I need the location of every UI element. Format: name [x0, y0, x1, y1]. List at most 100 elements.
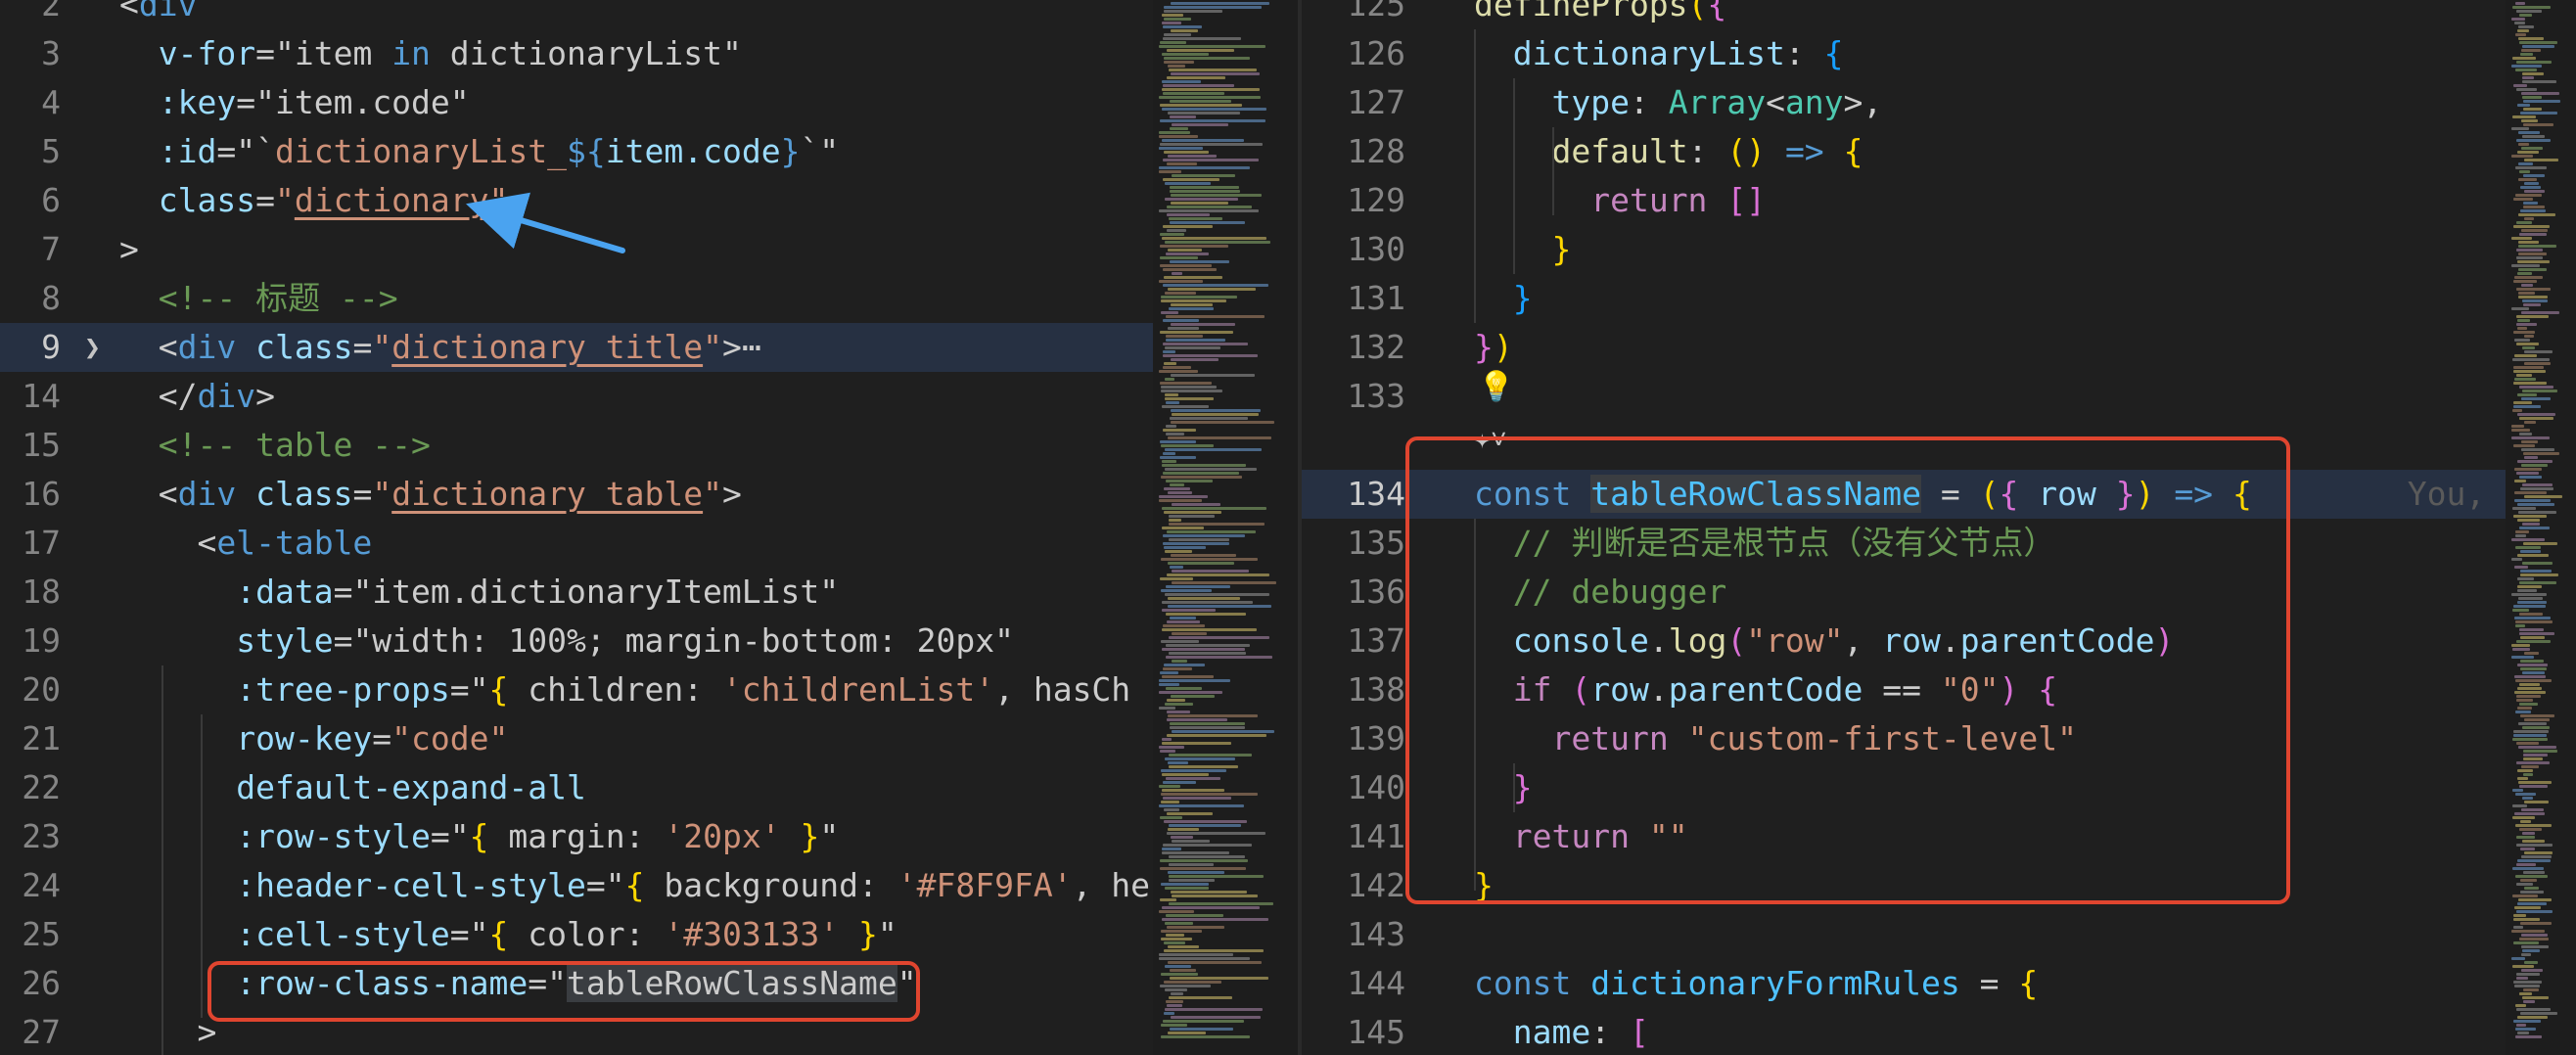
minimap-line — [2515, 824, 2552, 827]
code-text[interactable]: > — [119, 225, 139, 274]
minimap-line — [2524, 350, 2553, 353]
code-line[interactable]: 128 default: () => { — [1302, 127, 2506, 176]
code-text[interactable]: style="width: 100%; margin-bottom: 20px" — [119, 617, 1014, 665]
code-line[interactable]: 130 } — [1302, 225, 2506, 274]
code-text[interactable]: :data="item.dictionaryItemList" — [119, 568, 839, 617]
code-text[interactable]: } — [1474, 225, 1571, 274]
code-line[interactable]: 18 :data="item.dictionaryItemList" — [0, 568, 1153, 617]
code-line[interactable]: 127 type: Array<any>, — [1302, 78, 2506, 127]
code-line[interactable]: 129 return [] — [1302, 176, 2506, 225]
minimap-line — [2519, 581, 2556, 584]
code-line[interactable]: 23 :row-style="{ margin: '20px' }" — [0, 812, 1153, 861]
code-text[interactable]: :key="item.code" — [119, 78, 470, 127]
minimap-line — [2513, 370, 2546, 373]
code-line[interactable]: 21 row-key="code" — [0, 714, 1153, 763]
minimap-line — [2520, 53, 2533, 56]
code-text[interactable]: v-for="item in dictionaryList" — [119, 29, 742, 78]
code-token: { — [1823, 34, 1844, 72]
minimap-line — [2519, 14, 2532, 17]
code-text[interactable]: type: Array<any>, — [1474, 78, 1882, 127]
minimap-line — [1171, 303, 1213, 306]
code-line[interactable]: 132}) — [1302, 323, 2506, 372]
code-text[interactable]: </div> — [119, 372, 275, 421]
code-line[interactable]: 4 :key="item.code" — [0, 78, 1153, 127]
code-text[interactable]: :cell-style="{ color: '#303133' }" — [119, 910, 897, 959]
code-line[interactable]: 9 ❯ <div class="dictionary_title">⋯ — [0, 323, 1153, 372]
minimap-line — [1168, 436, 1271, 439]
code-text[interactable]: <div — [119, 0, 197, 29]
code-line[interactable]: 15 <!-- table --> — [0, 421, 1153, 470]
code-line[interactable]: 17 <el-table — [0, 519, 1153, 568]
code-text[interactable]: default-expand-all — [119, 763, 586, 812]
line-number: 20 — [22, 670, 61, 709]
code-text[interactable]: <div class="dictionary_title">⋯ — [119, 323, 761, 372]
minimap-line — [2522, 80, 2556, 83]
code-text[interactable]: }) — [1474, 323, 1513, 372]
minimap-line — [1172, 174, 1235, 177]
code-token: div — [197, 377, 256, 415]
code-text[interactable]: dictionaryList: { — [1474, 29, 1844, 78]
code-line[interactable]: 126 dictionaryList: { — [1302, 29, 2506, 78]
code-text[interactable]: <div class="dictionary_table"> — [119, 470, 742, 519]
code-text[interactable]: default: () => { — [1474, 127, 1863, 176]
code-text[interactable]: defineProps({ — [1474, 0, 1726, 29]
code-text[interactable]: class="dictionary" — [119, 176, 509, 225]
minimap-line — [2518, 241, 2539, 244]
minimap-line — [2521, 440, 2538, 443]
code-line[interactable]: 144 const dictionaryFormRules = { — [1302, 959, 2506, 1008]
minimap-line — [2521, 464, 2548, 467]
minimap-line — [1167, 699, 1185, 702]
code-text[interactable]: } — [1474, 274, 1533, 323]
minimap-line — [2523, 174, 2545, 177]
code-line[interactable]: 6 class="dictionary" — [0, 176, 1153, 225]
code-text[interactable]: :row-style="{ margin: '20px' }" — [119, 812, 839, 861]
line-number: 128 — [1347, 132, 1405, 170]
minimap-line — [2519, 703, 2538, 706]
code-line[interactable]: 25 :cell-style="{ color: '#303133' }" — [0, 910, 1153, 959]
code-text[interactable]: :header-cell-style="{ background: '#F8F9… — [119, 861, 1150, 910]
minimap-line — [1161, 930, 1202, 933]
code-token: } — [780, 132, 801, 170]
code-token: div — [177, 328, 237, 366]
code-text[interactable]: <!-- 标题 --> — [119, 274, 398, 323]
code-line[interactable]: 19 style="width: 100%; margin-bottom: 20… — [0, 617, 1153, 665]
code-text[interactable]: name: [ — [1474, 1008, 1649, 1055]
line-number: 9 — [41, 328, 61, 366]
code-text[interactable]: <el-table — [119, 519, 372, 568]
code-token: " — [605, 866, 625, 904]
code-line[interactable]: 2 <div — [0, 0, 1153, 29]
code-line[interactable]: 145 name: [ — [1302, 1008, 2506, 1055]
lightbulb-icon[interactable]: 💡 — [1478, 370, 1514, 404]
code-text[interactable]: row-key="code" — [119, 714, 508, 763]
code-text[interactable]: <!-- table --> — [119, 421, 431, 470]
code-line[interactable]: 8 <!-- 标题 --> — [0, 274, 1153, 323]
minimap-line — [1172, 413, 1259, 416]
minimap-line — [2518, 131, 2540, 134]
code-line[interactable]: 3 v-for="item in dictionaryList" — [0, 29, 1153, 78]
code-text[interactable]: :id="`dictionaryList_${item.code}`" — [119, 127, 839, 176]
minimap-line — [2511, 558, 2522, 561]
left-editor-pane[interactable]: 2 <div 3 v-for="item in dictionaryList" 4 :… — [0, 0, 1153, 1055]
code-line[interactable]: 20 :tree-props="{ children: 'childrenLis… — [0, 665, 1153, 714]
code-line[interactable]: 14 </div> — [0, 372, 1153, 421]
code-line[interactable]: 143 — [1302, 910, 2506, 959]
code-text[interactable]: return [] — [1474, 176, 1766, 225]
code-line[interactable]: 22 default-expand-all — [0, 763, 1153, 812]
minimap-line — [1167, 530, 1256, 533]
right-minimap[interactable] — [2506, 0, 2576, 1055]
minimap-line — [2515, 166, 2547, 169]
code-text[interactable]: :tree-props="{ children: 'childrenList',… — [119, 665, 1130, 714]
code-token: color: — [508, 915, 665, 953]
left-minimap[interactable] — [1153, 0, 1302, 1055]
fold-chevron-icon[interactable]: ❯ — [84, 323, 101, 372]
code-line[interactable]: 7 > — [0, 225, 1153, 274]
code-line[interactable]: 16 <div class="dictionary_table"> — [0, 470, 1153, 519]
code-line[interactable]: 5 :id="`dictionaryList_${item.code}`" — [0, 127, 1153, 176]
code-line[interactable]: 131 } — [1302, 274, 2506, 323]
code-line[interactable]: 24 :header-cell-style="{ background: '#F… — [0, 861, 1153, 910]
code-line[interactable]: 125 defineProps({ — [1302, 0, 2506, 29]
code-text[interactable]: const dictionaryFormRules = { — [1474, 959, 2038, 1008]
minimap-line — [2513, 198, 2533, 201]
